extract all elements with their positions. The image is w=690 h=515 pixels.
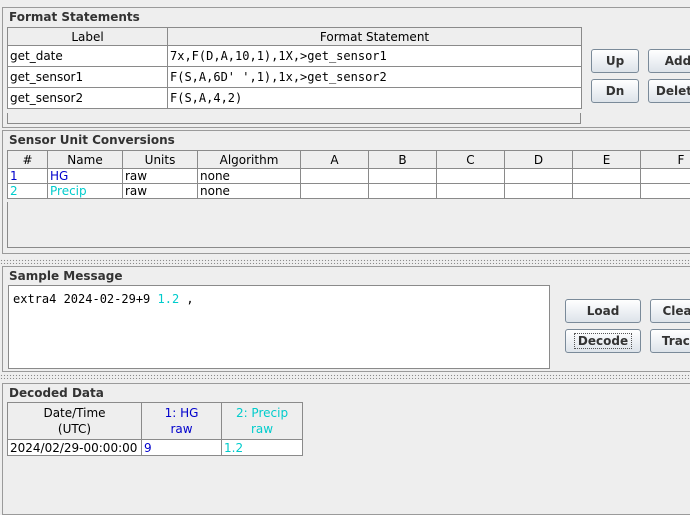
statement-cell[interactable]: 7x,F(D,A,10,1),1X,>get_sensor1 <box>168 46 582 67</box>
column-header-datetime[interactable]: Date/Time (UTC) <box>8 403 142 440</box>
table-row[interactable]: 2024/02/29-00:00:00 9 1.2 <box>8 440 303 456</box>
panel-title: Sensor Unit Conversions <box>9 133 175 147</box>
message-highlight-text: 1.2 <box>158 292 180 306</box>
delete-button[interactable]: Delete <box>648 79 690 103</box>
message-text: extra4 2024-02-29+9 <box>13 292 158 306</box>
header-line: raw <box>222 421 302 437</box>
sensor-algorithm-cell[interactable]: none <box>198 169 301 184</box>
header-line: (UTC) <box>8 421 141 437</box>
decode-button[interactable]: Decode <box>565 329 641 353</box>
column-header-name[interactable]: Name <box>48 151 123 169</box>
column-header-b[interactable]: B <box>369 151 437 169</box>
sensor-number-cell[interactable]: 2 <box>8 184 48 199</box>
trace-button[interactable]: Trace <box>650 329 690 353</box>
table-row[interactable]: get_date 7x,F(D,A,10,1),1X,>get_sensor1 <box>8 46 582 67</box>
label-cell[interactable]: get_date <box>8 46 168 67</box>
column-header-number[interactable]: # <box>8 151 48 169</box>
add-button[interactable]: Add <box>648 49 690 73</box>
label-cell[interactable]: get_sensor2 <box>8 88 168 109</box>
column-header-label[interactable]: Label <box>8 28 168 46</box>
sample-message-textarea[interactable]: extra4 2024-02-29+9 1.2 , <box>8 285 550 369</box>
coefficient-cell[interactable] <box>641 169 690 184</box>
column-header-format-statement[interactable]: Format Statement <box>168 28 582 46</box>
coefficient-cell[interactable] <box>301 169 369 184</box>
table-row[interactable]: get_sensor1 F(S,A,6D' ',1),1x,>get_senso… <box>8 67 582 88</box>
statement-cell[interactable]: F(S,A,4,2) <box>168 88 582 109</box>
table-row[interactable]: get_sensor2 F(S,A,4,2) <box>8 88 582 109</box>
coefficient-cell[interactable] <box>369 184 437 199</box>
coefficient-cell[interactable] <box>369 169 437 184</box>
column-header-c[interactable]: C <box>437 151 505 169</box>
load-button[interactable]: Load <box>565 299 641 323</box>
column-header-e[interactable]: E <box>573 151 641 169</box>
sensor-number-cell[interactable]: 1 <box>8 169 48 184</box>
coefficient-cell[interactable] <box>505 184 573 199</box>
sensor-units-cell[interactable]: raw <box>123 169 198 184</box>
clear-button[interactable]: Clear <box>650 299 690 323</box>
format-statements-table: Label Format Statement get_date 7x,F(D,A… <box>7 27 582 109</box>
panel-title: Decoded Data <box>9 386 104 400</box>
header-line: 2: Precip <box>222 405 302 421</box>
column-header-d[interactable]: D <box>505 151 573 169</box>
up-button[interactable]: Up <box>591 49 639 73</box>
decoded-data-table: Date/Time (UTC) 1: HG raw 2: Precip raw … <box>7 402 303 456</box>
coefficient-cell[interactable] <box>573 169 641 184</box>
precip-value-cell[interactable]: 1.2 <box>222 440 303 456</box>
label-cell[interactable]: get_sensor1 <box>8 67 168 88</box>
coefficient-cell[interactable] <box>437 169 505 184</box>
column-header-algorithm[interactable]: Algorithm <box>198 151 301 169</box>
coefficient-cell[interactable] <box>437 184 505 199</box>
statement-cell[interactable]: F(S,A,6D' ',1),1x,>get_sensor2 <box>168 67 582 88</box>
sensor-name-cell[interactable]: Precip <box>48 184 123 199</box>
panel-title: Sample Message <box>9 269 122 283</box>
down-button[interactable]: Dn <box>591 79 639 103</box>
coefficient-cell[interactable] <box>301 184 369 199</box>
sensor-algorithm-cell[interactable]: none <box>198 184 301 199</box>
sensor-conversions-table: # Name Units Algorithm A B C D E F 1 HG … <box>7 150 690 199</box>
splitter-handle[interactable] <box>0 374 690 379</box>
coefficient-cell[interactable] <box>505 169 573 184</box>
column-header-precip[interactable]: 2: Precip raw <box>222 403 303 440</box>
table-empty-area <box>7 202 690 248</box>
panel-title: Format Statements <box>9 10 140 24</box>
table-row[interactable]: 2 Precip raw none <box>8 184 690 199</box>
datetime-cell[interactable]: 2024/02/29-00:00:00 <box>8 440 142 456</box>
column-header-hg[interactable]: 1: HG raw <box>142 403 222 440</box>
table-row[interactable]: 1 HG raw none <box>8 169 690 184</box>
table-empty-area <box>7 113 581 124</box>
column-header-a[interactable]: A <box>301 151 369 169</box>
message-tail-text: , <box>179 292 193 306</box>
column-header-units[interactable]: Units <box>123 151 198 169</box>
splitter-handle[interactable] <box>0 259 690 264</box>
hg-value-cell[interactable]: 9 <box>142 440 222 456</box>
header-line: raw <box>142 421 221 437</box>
coefficient-cell[interactable] <box>573 184 641 199</box>
header-line: 1: HG <box>142 405 221 421</box>
sensor-units-cell[interactable]: raw <box>123 184 198 199</box>
coefficient-cell[interactable] <box>641 184 690 199</box>
column-header-f[interactable]: F <box>641 151 690 169</box>
header-line: Date/Time <box>8 405 141 421</box>
sensor-name-cell[interactable]: HG <box>48 169 123 184</box>
